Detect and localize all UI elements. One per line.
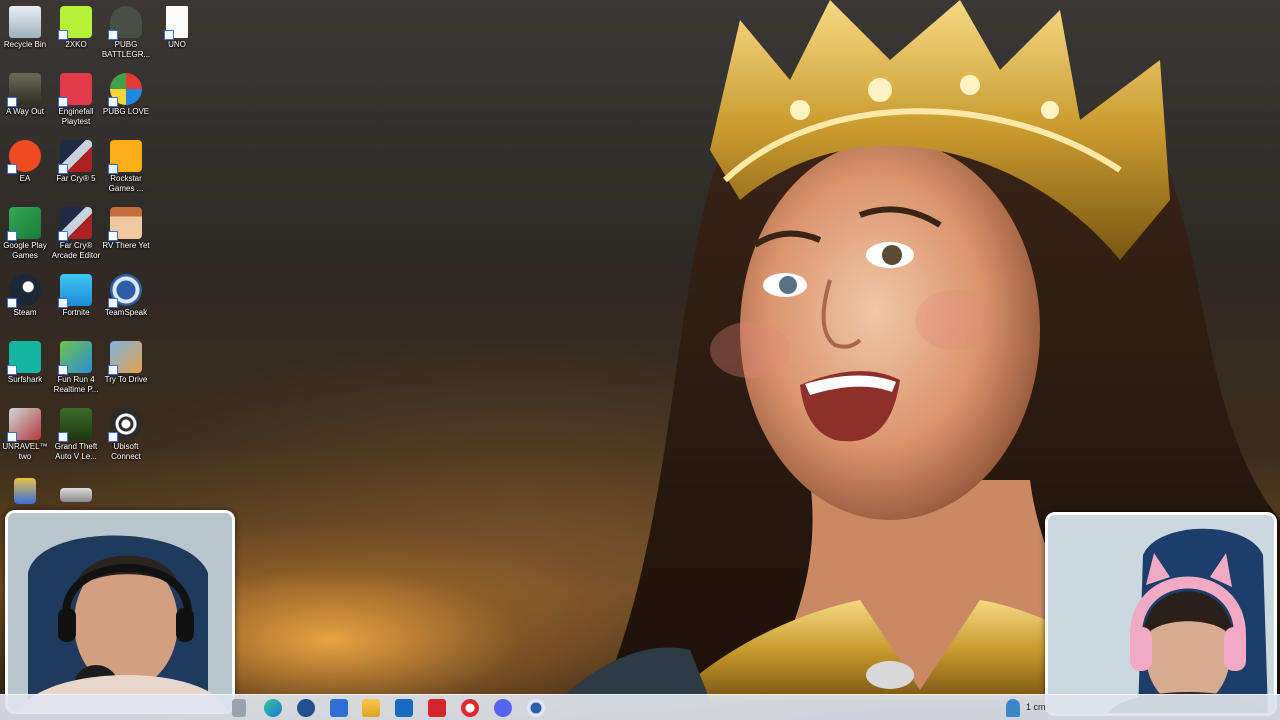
desktop-icon-rockstar[interactable]: Rockstar Games ... — [101, 134, 151, 194]
teamspeak-icon — [108, 274, 142, 308]
webcam-streamer-left — [5, 510, 235, 714]
desktop-icon-surfshark[interactable]: Surfshark — [0, 335, 50, 385]
ubisoft-icon — [108, 408, 142, 442]
desktop-icon-label: Far Cry® 5 — [56, 174, 96, 183]
desktop-icon-far-cry-arcade[interactable]: Far Cry® Arcade Editor — [51, 201, 101, 261]
desktop-icon-gta-v[interactable]: Grand Theft Auto V Le... — [51, 402, 101, 462]
desktop-icon-label: Recycle Bin — [3, 40, 47, 49]
desktop-icon-rv-there-yet[interactable]: RV There Yet — [101, 201, 151, 251]
desktop-icon-label: Ubisoft Connect — [111, 442, 141, 461]
desktop-icon-label: Far Cry® Arcade Editor — [51, 241, 101, 260]
desktop-icon-partial-2[interactable] — [51, 482, 101, 504]
opera-icon[interactable] — [461, 699, 479, 717]
desktop-icon-unravel[interactable]: UNRAVEL™ two — [0, 402, 50, 462]
desktop-icon-label: PUBG BATTLEGR... — [101, 40, 151, 59]
2xko-icon — [58, 6, 92, 40]
surfshark-icon — [7, 341, 41, 375]
tv-app-icon[interactable] — [428, 699, 446, 717]
a-way-out-icon — [7, 73, 41, 107]
desktop-icon-far-cry-5[interactable]: Far Cry® 5 — [51, 134, 101, 184]
desktop-icon-label: Surfshark — [7, 375, 43, 384]
folder-icon — [14, 478, 36, 504]
desktop-icon-teamspeak[interactable]: TeamSpeak — [101, 268, 151, 318]
drive-icon — [60, 488, 92, 502]
ea-icon — [7, 140, 41, 174]
desktop-icon-label: 2XKO — [65, 40, 87, 49]
desktop-icon-label: UNO — [168, 40, 186, 49]
taskbar: 1 cm — [0, 694, 1280, 720]
desktop-icon-enginefall[interactable]: Enginefall Playtest — [51, 67, 101, 127]
desktop-icon-label: Steam — [13, 308, 37, 317]
desktop-icon-label: RV There Yet — [102, 241, 150, 250]
desktop-icon-partial-1[interactable] — [0, 472, 50, 506]
file-explorer-icon[interactable] — [362, 699, 380, 717]
desktop-icon-label: Fortnite — [62, 308, 90, 317]
desktop-icon-pubg-love[interactable]: PUBG LOVE — [101, 67, 151, 117]
fortnite-icon — [58, 274, 92, 308]
teamspeak-icon[interactable] — [527, 699, 545, 717]
discord-icon[interactable] — [494, 699, 512, 717]
desktop-icon-label: PUBG LOVE — [102, 107, 150, 116]
streamer-camera-feed — [8, 513, 232, 711]
desktop-icon-pubg[interactable]: PUBG BATTLEGR... — [101, 0, 151, 60]
rv-there-yet-icon — [108, 207, 142, 241]
desktop-icon-label: A Way Out — [6, 107, 44, 116]
desktop-icon-fortnite[interactable]: Fortnite — [51, 268, 101, 318]
desktop-icon-2xko[interactable]: 2XKO — [51, 0, 101, 50]
recycle-bin-icon — [9, 6, 41, 38]
outlook-icon[interactable] — [395, 699, 413, 717]
desktop-icon-recycle-bin[interactable]: Recycle Bin — [0, 0, 50, 50]
gta-v-icon — [58, 408, 92, 442]
unravel-icon — [7, 408, 41, 442]
far-cry-arcade-icon — [58, 207, 92, 241]
enginefall-icon — [58, 73, 92, 107]
desktop-icon-steam[interactable]: Steam — [0, 268, 50, 318]
desktop-icon-ubisoft[interactable]: Ubisoft Connect — [101, 402, 151, 462]
fun-run-icon — [58, 341, 92, 375]
pubg-love-icon — [108, 73, 142, 107]
desktop-icon-label: Grand Theft Auto V Le... — [54, 442, 98, 461]
desktop-icon-ea[interactable]: EA — [0, 134, 50, 184]
google-play-games-icon — [7, 207, 41, 241]
desktop-icon-label: Fun Run 4 Realtime P... — [53, 375, 99, 394]
desktop-icon-label: Enginefall Playtest — [58, 107, 94, 126]
desktop-icon-google-play-games[interactable]: Google Play Games — [0, 201, 50, 261]
try-to-drive-icon — [108, 341, 142, 375]
steam-icon[interactable] — [297, 699, 315, 717]
desktop-icon-label: Rockstar Games ... — [108, 174, 144, 193]
file-icon — [164, 6, 188, 40]
calculator-icon[interactable] — [330, 699, 348, 717]
desktop-icon-fun-run[interactable]: Fun Run 4 Realtime P... — [51, 335, 101, 395]
desktop-icon-label: TeamSpeak — [104, 308, 148, 317]
desktop-icon-label: EA — [19, 174, 31, 183]
streamer-camera-feed — [1048, 515, 1274, 713]
task-view-icon[interactable] — [232, 699, 246, 717]
desktop-icon-label: Try To Drive — [104, 375, 148, 384]
steam-icon — [7, 274, 41, 308]
edge-icon[interactable] — [264, 699, 282, 717]
desktop-icon-uno[interactable]: UNO — [152, 0, 202, 50]
far-cry-5-icon — [58, 140, 92, 174]
desktop-icon-label: UNRAVEL™ two — [2, 442, 48, 461]
desktop-icon-try-to-drive[interactable]: Try To Drive — [101, 335, 151, 385]
webcam-streamer-right — [1045, 512, 1277, 716]
desktop-icon-a-way-out[interactable]: A Way Out — [0, 67, 50, 117]
tray-weather-text[interactable]: 1 cm — [1026, 702, 1046, 712]
weather-icon[interactable] — [1006, 699, 1020, 717]
desktop-icon-label: Google Play Games — [3, 241, 47, 260]
rockstar-icon — [108, 140, 142, 174]
pubg-icon — [108, 6, 142, 40]
